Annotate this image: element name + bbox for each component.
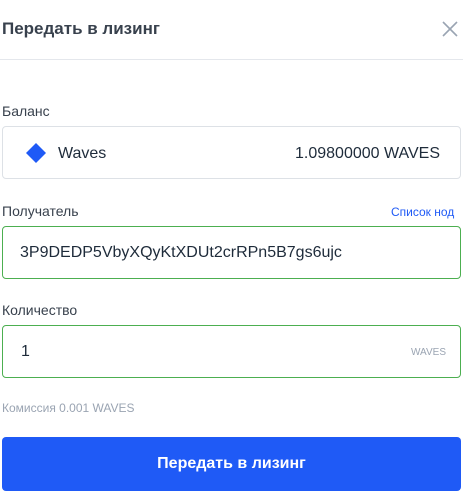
asset-name: Waves bbox=[58, 145, 107, 162]
waves-diamond-icon bbox=[26, 143, 46, 163]
dialog-header: Передать в лизинг bbox=[0, 0, 463, 60]
quantity-label: Количество bbox=[2, 302, 78, 318]
close-icon[interactable] bbox=[438, 17, 462, 41]
node-list-link[interactable]: Список нод bbox=[391, 205, 454, 219]
fee-text: Комиссия 0.001 WAVES bbox=[2, 401, 135, 415]
quantity-value[interactable]: 1 bbox=[21, 343, 30, 361]
quantity-field[interactable]: 1 WAVES bbox=[2, 325, 461, 378]
recipient-label: Получатель bbox=[2, 203, 79, 219]
dialog-title: Передать в лизинг bbox=[2, 19, 160, 38]
recipient-field[interactable]: 3P9DEDP5VbyXQyKtXDUt2crRPn5B7gs6ujc bbox=[2, 226, 461, 279]
asset-select[interactable]: Waves 1.09800000 WAVES bbox=[2, 126, 461, 179]
quantity-unit: WAVES bbox=[410, 347, 446, 358]
asset-balance: 1.09800000 WAVES bbox=[295, 145, 440, 162]
submit-lease-button[interactable]: Передать в лизинг bbox=[2, 437, 461, 491]
recipient-value[interactable]: 3P9DEDP5VbyXQyKtXDUt2crRPn5B7gs6ujc bbox=[20, 244, 342, 262]
balance-label: Баланс bbox=[2, 103, 50, 119]
